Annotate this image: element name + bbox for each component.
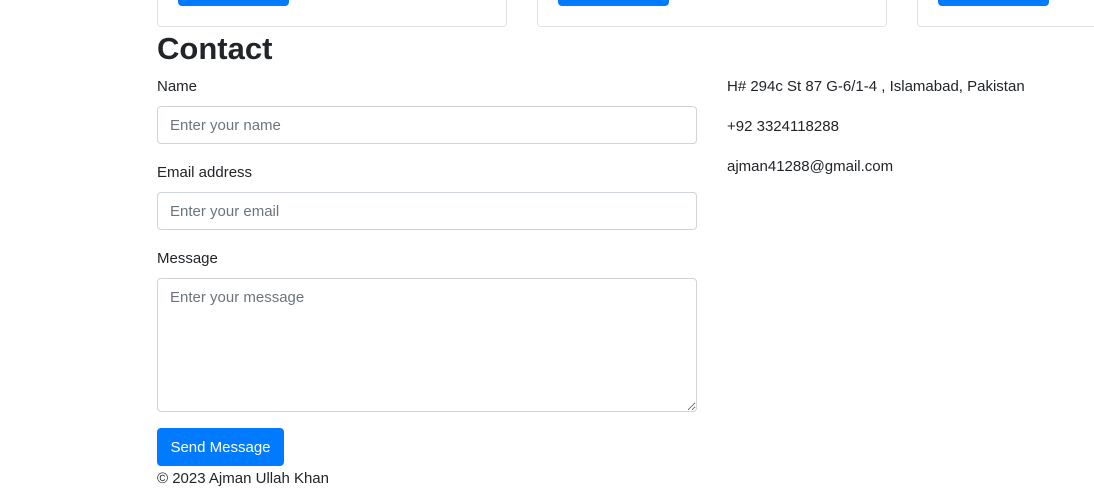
project-card bbox=[537, 0, 887, 27]
footer-copyright: © 2023 Ajman Ullah Khan bbox=[157, 470, 329, 487]
email-label: Email address bbox=[157, 164, 253, 181]
contact-heading: Contact bbox=[157, 31, 273, 66]
name-input[interactable] bbox=[157, 106, 697, 144]
page: Contact Name Email address Message Send … bbox=[0, 0, 1094, 496]
message-label: Message bbox=[157, 250, 218, 267]
card-button[interactable] bbox=[178, 0, 289, 6]
message-textarea[interactable] bbox=[157, 278, 697, 412]
contact-email: ajman41288@gmail.com bbox=[727, 158, 894, 175]
send-message-button[interactable]: Send Message bbox=[157, 428, 284, 466]
contact-address: H# 294c St 87 G-6/1-4 , Islamabad, Pakis… bbox=[727, 78, 1025, 95]
contact-phone: +92 3324118288 bbox=[727, 118, 839, 135]
name-label: Name bbox=[157, 78, 198, 95]
project-card bbox=[157, 0, 507, 27]
card-button[interactable] bbox=[558, 0, 669, 6]
email-input[interactable] bbox=[157, 192, 697, 230]
card-button[interactable] bbox=[938, 0, 1049, 6]
project-card bbox=[917, 0, 1094, 27]
